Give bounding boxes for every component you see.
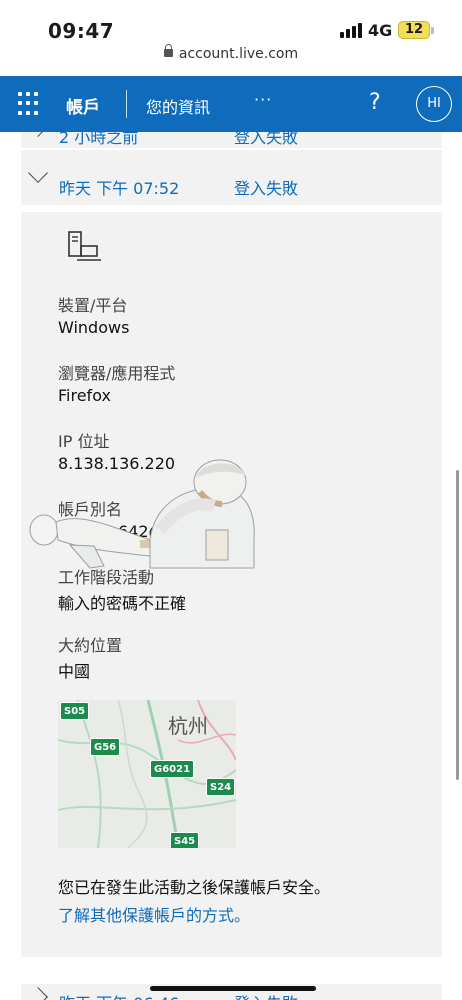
scrollbar[interactable] [456,470,459,780]
sticker-overlay [29,459,255,569]
lying-figure-sticker [29,514,154,569]
home-indicator[interactable] [150,986,316,991]
figure-sticker [149,459,255,569]
